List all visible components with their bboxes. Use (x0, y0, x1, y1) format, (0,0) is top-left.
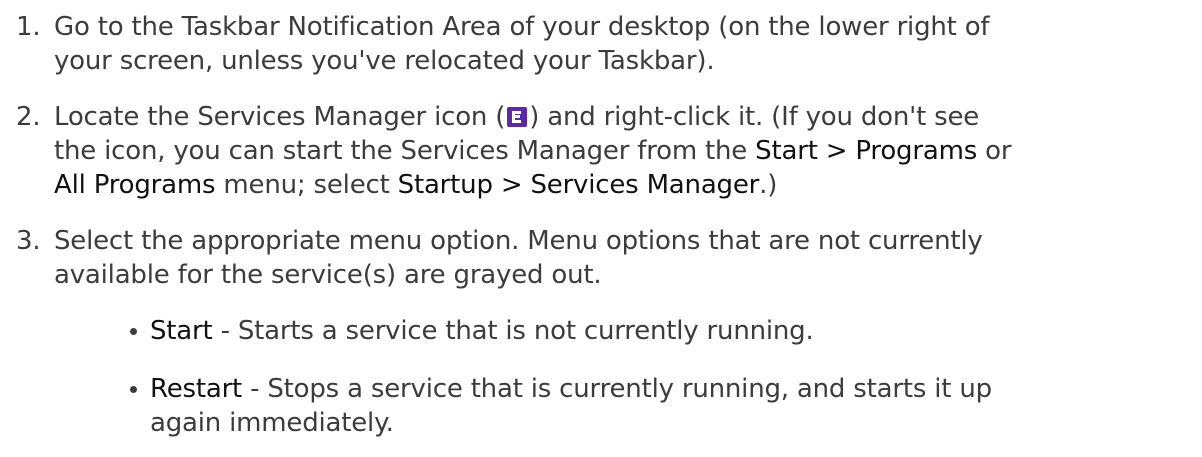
menu-path-start-programs: Start > Programs (755, 136, 978, 166)
text-fragment: .) (759, 170, 778, 200)
bullet-line: Start - Starts a service that is not cur… (150, 314, 1190, 348)
bullet-desc: - Starts a service that is not currently… (212, 316, 814, 346)
step-line: the icon, you can start the Services Man… (54, 134, 1194, 168)
bullet-term: Restart (150, 374, 243, 404)
text-fragment: menu; select (215, 170, 398, 200)
bullet-desc: - Stops a service that is currently runn… (242, 374, 992, 404)
step-line: your screen, unless you've relocated you… (54, 46, 715, 76)
step-text: Select the appropriate menu option. Menu… (54, 224, 1194, 292)
services-manager-icon (507, 107, 528, 127)
step-line: All Programs menu; select Startup > Serv… (54, 168, 1194, 202)
step-text: Go to the Taskbar Notification Area of y… (54, 10, 1194, 78)
menu-path-startup-services-manager: Startup > Services Manager (397, 170, 760, 200)
menu-path-all-programs: All Programs (54, 170, 216, 200)
step-number: 3. (16, 226, 41, 256)
text-fragment: or (977, 136, 1012, 166)
step-line: Go to the Taskbar Notification Area of y… (54, 12, 990, 42)
step-text: Locate the Services Manager icon ( ) and … (54, 100, 1194, 202)
bullet-term: Start (150, 316, 213, 346)
bullet-text: Start - Starts a service that is not cur… (150, 314, 1190, 348)
text-fragment: the icon, you can start the Services Man… (54, 136, 756, 166)
instructions-document: 1. Go to the Taskbar Notification Area o… (0, 0, 1202, 457)
step-line: Locate the Services Manager icon ( ) and … (54, 100, 1194, 134)
bullet-line: again immediately. (150, 408, 394, 438)
step-number: 2. (16, 102, 41, 132)
step-line: available for the service(s) are grayed … (54, 260, 602, 290)
bullet-dot (130, 328, 137, 335)
bullet-dot (130, 386, 137, 393)
step-line: Select the appropriate menu option. Menu… (54, 226, 983, 256)
bullet-line: Restart - Stops a service that is curren… (150, 372, 1190, 406)
text-fragment: ) and right-click it. (If you don't see (529, 102, 980, 132)
text-fragment: Locate the Services Manager icon ( (54, 102, 506, 132)
bullet-text: Restart - Stops a service that is curren… (150, 372, 1190, 440)
step-number: 1. (16, 12, 41, 42)
